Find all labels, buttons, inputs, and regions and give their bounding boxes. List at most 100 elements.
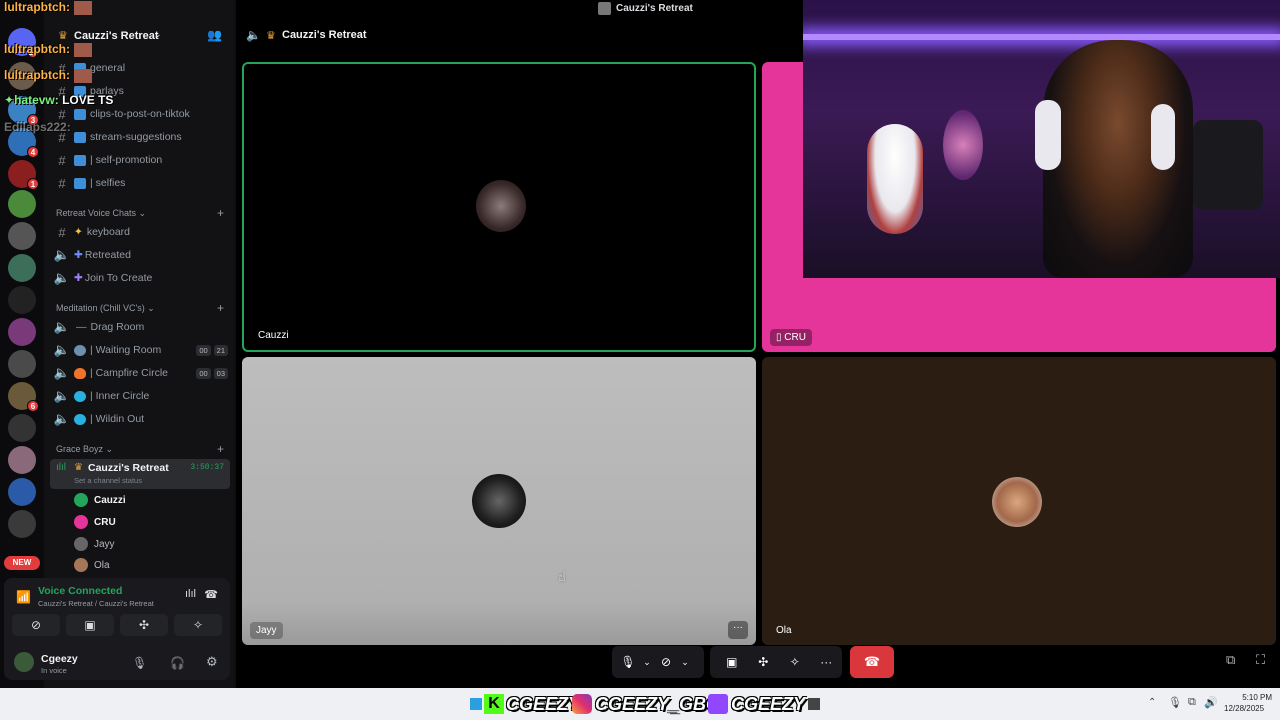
end-call-button[interactable]: ☎ xyxy=(850,646,894,678)
category-retreat-voice[interactable]: Retreat Voice Chats ⌄ xyxy=(56,208,146,219)
server-icon[interactable] xyxy=(8,286,36,314)
channel-self-promotion[interactable]: # | self-promotion xyxy=(52,150,228,170)
screen-share-button[interactable]: ▣ xyxy=(716,650,748,674)
crown-icon: ♛ xyxy=(74,462,83,473)
effects-button[interactable]: ✧ xyxy=(174,614,222,636)
chevron-down-icon[interactable]: ⌄ xyxy=(640,650,654,674)
more-button[interactable]: ··· xyxy=(811,650,843,674)
participant-tile[interactable]: Jayy ··· ☝ xyxy=(242,357,756,645)
activities-button[interactable]: ✣ xyxy=(748,650,780,674)
headphones-icon[interactable]: 🎧 xyxy=(170,656,185,670)
plus-icon: ✚ xyxy=(74,249,83,261)
add-channel-icon[interactable]: + xyxy=(217,206,224,220)
channel-emoji-icon xyxy=(74,177,86,189)
screen-share-button[interactable]: ▣ xyxy=(66,614,114,636)
voice-member[interactable]: Cauzzi xyxy=(74,490,126,510)
channel-status[interactable]: Set a channel status xyxy=(74,476,142,485)
server-icon[interactable] xyxy=(8,510,36,538)
popout-icon[interactable]: ⧉ xyxy=(1226,652,1235,668)
network-icon[interactable]: ⧉ xyxy=(1188,696,1196,709)
chevron-down-icon: ⌄ xyxy=(154,29,162,39)
microphone-button[interactable]: 🎙 xyxy=(616,650,640,674)
twitch-icon xyxy=(708,694,728,714)
camera-button[interactable]: ⊘ xyxy=(654,650,678,674)
fullscreen-icon[interactable]: ⛶ xyxy=(1256,652,1265,668)
soundboard-button[interactable]: ✧ xyxy=(779,650,811,674)
add-member-icon[interactable]: 👥 xyxy=(207,28,222,42)
avatar xyxy=(74,493,88,507)
channel-waiting-room[interactable]: 🔈 | Waiting Room 00 21 xyxy=(52,340,228,360)
user-count: 00 03 xyxy=(196,367,228,379)
voice-member[interactable]: Jayy xyxy=(74,534,115,554)
microphone-icon[interactable]: 🎙 xyxy=(132,656,147,670)
add-channel-icon[interactable]: + xyxy=(217,301,224,315)
user-avatar[interactable] xyxy=(14,652,34,672)
channel-label: Join To Create xyxy=(84,272,153,284)
channel-inner-circle[interactable]: 🔈 | Inner Circle xyxy=(52,386,228,406)
voice-location[interactable]: Cauzzi's Retreat / Cauzzi's Retreat xyxy=(38,599,154,608)
participant-name: Ola xyxy=(776,625,792,636)
soundboard-icon: ✧ xyxy=(789,655,800,669)
chevron-down-icon[interactable]: ⌄ xyxy=(678,650,692,674)
effects-icon: ✧ xyxy=(192,618,204,632)
speaker-icon: 🔈 xyxy=(53,388,71,403)
category-label: Grace Boyz xyxy=(56,444,104,454)
channel-selfies[interactable]: # | selfies xyxy=(52,173,228,193)
channel-label: Drag Room xyxy=(90,321,145,333)
voice-member[interactable]: Ola xyxy=(74,555,110,575)
channel-keyboard[interactable]: # ✦ keyboard xyxy=(52,222,228,242)
voice-member[interactable]: CRU xyxy=(74,512,116,532)
server-icon[interactable] xyxy=(8,190,36,218)
kick-username: CGEEZY xyxy=(506,693,581,714)
participant-tile[interactable]: Cauzzi xyxy=(242,62,756,352)
gear-icon[interactable]: ⚙ xyxy=(206,654,218,670)
server-icon[interactable] xyxy=(8,350,36,378)
chat-user: lultrapbtch: xyxy=(4,68,70,82)
microphone-icon[interactable]: 🎙 xyxy=(1168,696,1182,709)
participant-avatar xyxy=(476,180,526,232)
cursor-icon: ☝ xyxy=(558,569,566,584)
speaker-icon: 🔈 xyxy=(53,342,71,357)
channel-retreated[interactable]: 🔈 ✚ Retreated xyxy=(52,245,228,265)
video-off-button[interactable]: ⊘ xyxy=(12,614,60,636)
add-channel-icon[interactable]: + xyxy=(217,442,224,456)
more-options-button[interactable]: ··· xyxy=(728,621,748,639)
disconnect-icon[interactable]: ☎ xyxy=(204,588,218,601)
speaker-icon: 🔈 xyxy=(53,365,71,380)
channel-label: keyboard xyxy=(86,226,131,238)
clock-time[interactable]: 5:10 PM xyxy=(1228,693,1272,702)
activities-button[interactable]: ✣ xyxy=(120,614,168,636)
volume-icon[interactable]: 🔊 xyxy=(1204,696,1218,709)
server-icon[interactable] xyxy=(8,318,36,346)
channel-join-to-create[interactable]: 🔈 ✚ Join To Create xyxy=(52,268,228,288)
participant-tile[interactable]: Ola xyxy=(762,357,1276,645)
clock-date[interactable]: 12/28/2025 xyxy=(1224,704,1264,713)
channel-clips[interactable]: # clips-to-post-on-tiktok xyxy=(52,104,228,124)
voice-status[interactable]: Voice Connected xyxy=(38,585,122,597)
category-grace-boyz[interactable]: Grace Boyz ⌄ xyxy=(56,444,113,455)
chevron-up-icon[interactable]: ⌃ xyxy=(1148,697,1156,708)
hash-icon: # xyxy=(58,224,66,240)
channel-stream-suggestions[interactable]: # stream-suggestions xyxy=(52,127,228,147)
channel-campfire-circle[interactable]: 🔈 | Campfire Circle 00 03 xyxy=(52,363,228,383)
fire-icon xyxy=(74,367,86,379)
channel-drag-room[interactable]: 🔈 — Drag Room xyxy=(52,317,228,337)
app-icon xyxy=(808,698,821,710)
kick-icon: K xyxy=(484,694,504,714)
category-meditation[interactable]: Meditation (Chill VC's) ⌄ xyxy=(56,303,155,314)
active-voice-channel[interactable]: ılıl ♛ Cauzzi's Retreat 3:50:37 Set a ch… xyxy=(50,459,230,489)
notification-badge: 1 xyxy=(27,178,39,190)
hangup-icon: ☎ xyxy=(863,654,881,669)
channel-label: | self-promotion xyxy=(90,154,163,166)
server-icon[interactable] xyxy=(8,414,36,442)
channel-wildin-out[interactable]: 🔈 | Wildin Out xyxy=(52,409,228,429)
server-icon[interactable]: 6 xyxy=(8,382,39,412)
server-icon[interactable] xyxy=(8,446,36,474)
server-icon[interactable] xyxy=(8,222,36,250)
sparkle-icon: ✦ xyxy=(74,226,83,238)
chat-user: hatevw: xyxy=(14,93,59,107)
server-icon[interactable] xyxy=(8,254,36,282)
soundboard-icon[interactable]: ılıl xyxy=(185,588,196,600)
server-icon[interactable] xyxy=(8,478,36,506)
server-icon[interactable]: 1 xyxy=(8,160,39,190)
